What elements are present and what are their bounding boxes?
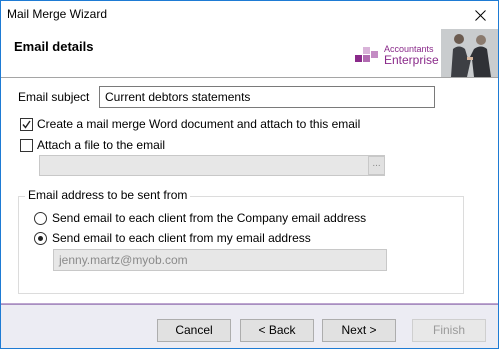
checkmark-icon: [22, 120, 31, 129]
wizard-header: Email details Accountants Enterprise: [1, 29, 498, 77]
radio-selected-dot: [38, 236, 43, 241]
create-word-doc-checkbox[interactable]: [20, 118, 33, 131]
handshake-image: [441, 29, 498, 77]
browse-button[interactable]: ...: [368, 156, 385, 175]
my-email-address-input[interactable]: jenny.martz@myob.com: [53, 249, 387, 271]
from-company-radio[interactable]: [34, 212, 47, 225]
handshake-icon: [441, 29, 498, 77]
finish-button[interactable]: Finish: [412, 319, 486, 342]
page-title: Email details: [14, 39, 94, 54]
from-company-label[interactable]: Send email to each client from the Compa…: [52, 211, 366, 225]
logo-text-enterprise: Enterprise: [384, 53, 439, 67]
cancel-button[interactable]: Cancel: [157, 319, 231, 342]
attach-file-checkbox[interactable]: [20, 139, 33, 152]
logo-mark-icon: [355, 47, 378, 62]
attach-file-label[interactable]: Attach a file to the email: [37, 138, 165, 152]
from-my-address-radio[interactable]: [34, 232, 47, 245]
sender-group-legend: Email address to be sent from: [25, 188, 191, 202]
myob-logo: Accountants Enterprise: [355, 41, 439, 71]
email-subject-label: Email subject: [18, 90, 90, 104]
title-bar: Mail Merge Wizard: [1, 1, 498, 29]
window-title: Mail Merge Wizard: [7, 7, 108, 21]
form-area: Email subject Current debtors statements…: [1, 78, 498, 303]
email-subject-input[interactable]: Current debtors statements: [99, 86, 435, 108]
create-word-doc-label[interactable]: Create a mail merge Word document and at…: [37, 117, 360, 131]
from-my-address-label[interactable]: Send email to each client from my email …: [52, 231, 311, 245]
close-button[interactable]: [468, 4, 492, 26]
mail-merge-wizard-window: Mail Merge Wizard Email details Accounta…: [0, 0, 499, 349]
attach-file-path-input[interactable]: [39, 155, 385, 176]
wizard-footer: Cancel < Back Next > Finish: [1, 305, 498, 348]
next-button[interactable]: Next >: [322, 319, 396, 342]
back-button[interactable]: < Back: [240, 319, 314, 342]
close-icon: [474, 9, 486, 21]
